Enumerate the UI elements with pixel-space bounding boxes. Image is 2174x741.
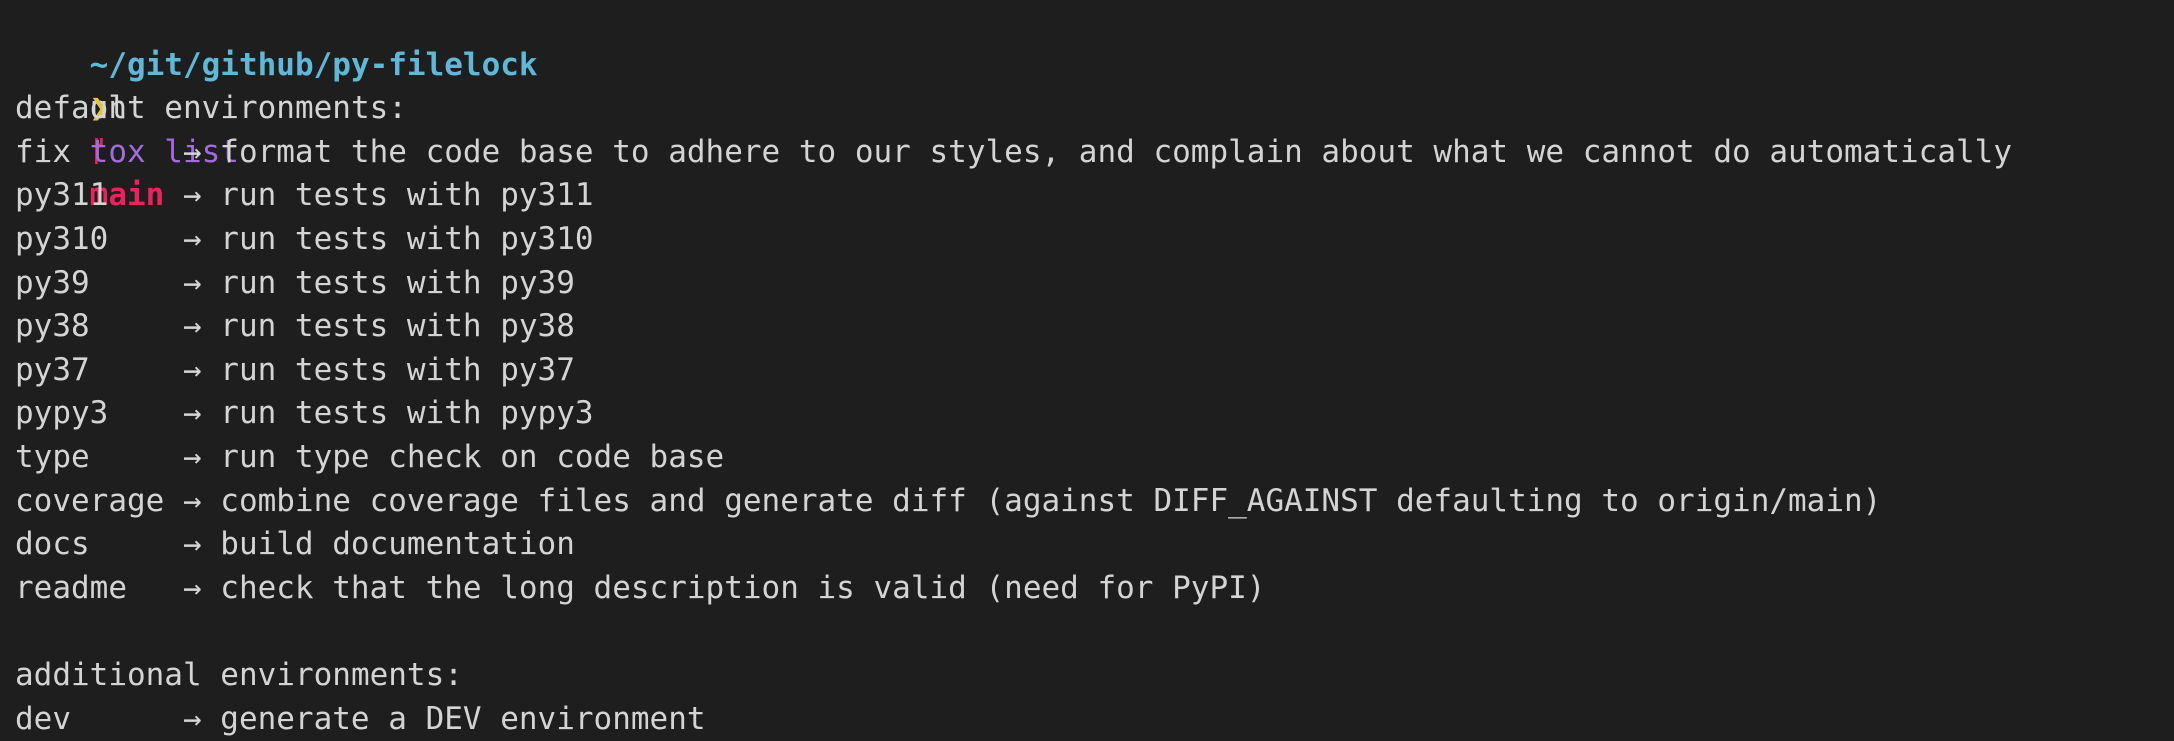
env-description: run type check on code base — [220, 439, 724, 475]
env-row: py39→run tests with py39 — [15, 262, 2165, 306]
arrow-icon: → — [183, 523, 220, 567]
env-name: readme — [15, 567, 183, 611]
env-row: py310→run tests with py310 — [15, 218, 2165, 262]
additional-env-list: dev→generate a DEV environment — [15, 698, 2165, 741]
env-row: docs→build documentation — [15, 523, 2165, 567]
env-name: pypy3 — [15, 392, 183, 436]
arrow-icon: → — [183, 305, 220, 349]
env-description: run tests with py310 — [220, 221, 593, 257]
env-description: run tests with py37 — [220, 352, 575, 388]
additional-envs-header: additional environments: — [15, 654, 2165, 698]
env-name: fix — [15, 131, 183, 175]
blank-line — [15, 610, 2165, 654]
prompt-line: ~/git/github/py-filelock on main — [15, 0, 2165, 44]
env-row: readme→check that the long description i… — [15, 567, 2165, 611]
terminal-window[interactable]: ~/git/github/py-filelock on main ❯ tox l… — [15, 0, 2165, 741]
env-description: run tests with pypy3 — [220, 395, 593, 431]
env-row: py37→run tests with py37 — [15, 349, 2165, 393]
arrow-icon: → — [183, 131, 220, 175]
env-name: py38 — [15, 305, 183, 349]
env-row: coverage→combine coverage files and gene… — [15, 480, 2165, 524]
env-description: build documentation — [220, 526, 575, 562]
env-row: dev→generate a DEV environment — [15, 698, 2165, 741]
arrow-icon: → — [183, 262, 220, 306]
arrow-icon: → — [183, 567, 220, 611]
env-description: check that the long description is valid… — [220, 570, 1265, 606]
env-row: type→run type check on code base — [15, 436, 2165, 480]
arrow-icon: → — [183, 349, 220, 393]
env-name: py39 — [15, 262, 183, 306]
arrow-icon: → — [183, 698, 220, 741]
default-envs-header: default environments: — [15, 87, 2165, 131]
env-name: docs — [15, 523, 183, 567]
env-name: coverage — [15, 480, 183, 524]
env-description: combine coverage files and generate diff… — [220, 483, 1881, 519]
env-description: run tests with py39 — [220, 265, 575, 301]
env-description: run tests with py311 — [220, 177, 593, 213]
env-row: py311→run tests with py311 — [15, 174, 2165, 218]
arrow-icon: → — [183, 480, 220, 524]
env-name: py310 — [15, 218, 183, 262]
env-description: generate a DEV environment — [220, 701, 705, 737]
env-row: pypy3→run tests with pypy3 — [15, 392, 2165, 436]
arrow-icon: → — [183, 436, 220, 480]
env-name: type — [15, 436, 183, 480]
arrow-icon: → — [183, 174, 220, 218]
env-row: fix→format the code base to adhere to ou… — [15, 131, 2165, 175]
default-env-list: fix→format the code base to adhere to ou… — [15, 131, 2165, 611]
env-row: py38→run tests with py38 — [15, 305, 2165, 349]
arrow-icon: → — [183, 218, 220, 262]
env-description: format the code base to adhere to our st… — [220, 134, 2012, 170]
arrow-icon: → — [183, 392, 220, 436]
env-description: run tests with py38 — [220, 308, 575, 344]
env-name: dev — [15, 698, 183, 741]
current-path: ~/git/github/py-filelock — [90, 47, 538, 83]
env-name: py311 — [15, 174, 183, 218]
env-name: py37 — [15, 349, 183, 393]
